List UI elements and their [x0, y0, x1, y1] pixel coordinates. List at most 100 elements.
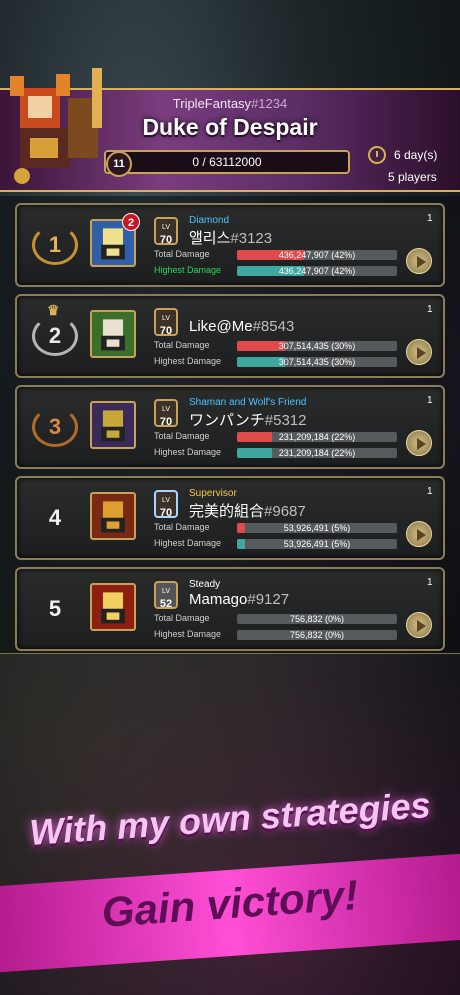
boss-hp-text: 0 / 63112000 [192, 155, 262, 169]
raid-timer: 6 day(s) [368, 146, 460, 164]
raid-player-count: 5 players [388, 170, 437, 184]
stopwatch-icon [368, 146, 386, 164]
total-damage-bar: 756,832 (0%) [237, 614, 397, 624]
replay-button[interactable] [406, 612, 432, 638]
rank-indicator: 5 [29, 589, 81, 629]
player-title: Diamond [189, 215, 230, 226]
rank-indicator: ♛ 2 [29, 302, 81, 356]
player-name[interactable]: Mamago#9127 [189, 591, 289, 608]
highest-damage-bar: 756,832 (0%) [237, 630, 397, 640]
total-damage-label: Total Damage [154, 340, 210, 350]
replay-button[interactable] [406, 339, 432, 365]
player-level-badge: LV 70 [154, 399, 178, 428]
player-name[interactable]: 앨리스#3123 [189, 227, 272, 248]
raid-owner-name: TripleFantasy [172, 96, 252, 111]
raid-boss-title: Duke of Despair [142, 114, 318, 140]
attempt-count: 1 [427, 304, 433, 315]
total-damage-label: Total Damage [154, 613, 210, 623]
player-name-text: ワンパンチ [189, 412, 265, 429]
player-level-badge: LV 70 [154, 308, 178, 337]
player-tag: #9687 [264, 503, 306, 520]
player-name-text: Like@Me [189, 318, 253, 335]
attempt-count: 1 [427, 213, 433, 224]
attempt-count: 1 [427, 395, 433, 406]
highest-damage-value: 231,209,184 (22%) [278, 448, 356, 458]
ranking-row: 5 LV 52 Steady Mamago#9127 Total Damage 7… [15, 567, 445, 651]
player-level: 70 [159, 234, 173, 246]
boss-level-badge: 11 [106, 151, 132, 177]
player-avatar[interactable] [90, 310, 136, 358]
player-avatar[interactable] [90, 492, 136, 540]
player-name-text: 完美的組合 [189, 503, 265, 520]
highest-damage-label: Highest Damage [154, 265, 222, 275]
ranking-row: 1 2 LV 70 Diamond 앨리스#3123 Total Damage 4… [15, 203, 445, 287]
player-title: Shaman and Wolf's Friend [189, 397, 307, 408]
total-damage-value: 436,247,907 (42%) [278, 250, 356, 260]
player-tag: #3123 [230, 230, 273, 247]
player-level: 70 [159, 416, 173, 428]
raid-owner: TripleFantasy#1234 [0, 96, 460, 111]
total-damage-value: 53,926,491 (5%) [283, 523, 351, 533]
player-level-badge: LV 70 [154, 490, 178, 519]
replay-button[interactable] [406, 521, 432, 547]
total-damage-value: 756,832 (0%) [289, 614, 345, 624]
replay-button[interactable] [406, 248, 432, 274]
total-damage-bar: 231,209,184 (22%) [237, 432, 397, 442]
attempt-count: 1 [427, 486, 433, 497]
rank-indicator: 3 [29, 407, 81, 447]
player-title: Steady [189, 579, 221, 590]
highest-damage-value: 307,514,435 (30%) [278, 357, 356, 367]
rank-number: 4 [48, 505, 62, 530]
level-prefix: LV [161, 315, 171, 322]
player-name[interactable]: ワンパンチ#5312 [189, 409, 306, 430]
player-level: 70 [159, 507, 173, 519]
highest-damage-label: Highest Damage [154, 447, 222, 457]
player-tag: #5312 [264, 412, 307, 429]
highest-damage-value: 756,832 (0%) [289, 630, 345, 640]
player-title: Supervisor [189, 488, 237, 499]
total-damage-label: Total Damage [154, 249, 210, 259]
raid-days-left: 6 day(s) [394, 148, 438, 162]
level-prefix: LV [161, 406, 171, 413]
highest-damage-label: Highest Damage [154, 356, 222, 366]
total-damage-value: 307,514,435 (30%) [278, 341, 356, 351]
total-damage-value: 231,209,184 (22%) [278, 432, 356, 442]
player-name[interactable]: Like@Me#8543 [189, 318, 294, 335]
total-damage-label: Total Damage [154, 522, 210, 532]
boss-hp-bar: 0 / 63112000 [104, 150, 350, 174]
highest-damage-value: 53,926,491 (5%) [283, 539, 351, 549]
total-damage-bar: 53,926,491 (5%) [237, 523, 397, 533]
replay-button[interactable] [406, 430, 432, 456]
ranking-row: ♛ 2 LV 70 Like@Me#8543 Total Damage 307,5… [15, 294, 445, 378]
ranking-row: 3 LV 70 Shaman and Wolf's Friend ワンパンチ#53… [15, 385, 445, 469]
player-level: 70 [159, 325, 173, 337]
raid-owner-tag: #1234 [251, 96, 288, 111]
rank-number: 1 [48, 232, 62, 257]
player-name-text: 앨리스 [189, 230, 231, 247]
player-level: 52 [159, 598, 173, 610]
rank-number: 3 [48, 414, 62, 439]
level-prefix: LV [161, 588, 171, 595]
rank-number: 2 [48, 323, 62, 348]
highest-damage-bar: 53,926,491 (5%) [237, 539, 397, 549]
total-damage-label: Total Damage [154, 431, 210, 441]
player-tag: #9127 [247, 591, 290, 608]
level-prefix: LV [161, 224, 171, 231]
level-prefix: LV [161, 497, 171, 504]
total-damage-bar: 436,247,907 (42%) [237, 250, 397, 260]
player-name[interactable]: 完美的組合#9687 [189, 500, 306, 521]
player-level-badge: LV 70 [154, 217, 178, 246]
player-name-text: Mamago [189, 591, 248, 608]
total-damage-bar: 307,514,435 (30%) [237, 341, 397, 351]
rank-indicator: 4 [29, 498, 81, 538]
highest-damage-label: Highest Damage [154, 629, 222, 639]
highest-damage-bar: 436,247,907 (42%) [237, 266, 397, 276]
ranking-row: 4 LV 70 Supervisor 完美的組合#9687 Total Damag… [15, 476, 445, 560]
player-level-badge: LV 52 [154, 581, 178, 610]
player-avatar[interactable] [90, 401, 136, 449]
player-avatar[interactable] [90, 583, 136, 631]
rank-number: 5 [48, 596, 62, 621]
highest-damage-bar: 307,514,435 (30%) [237, 357, 397, 367]
heart-badge-icon: 2 [122, 213, 140, 231]
highest-damage-value: 436,247,907 (42%) [278, 266, 356, 276]
